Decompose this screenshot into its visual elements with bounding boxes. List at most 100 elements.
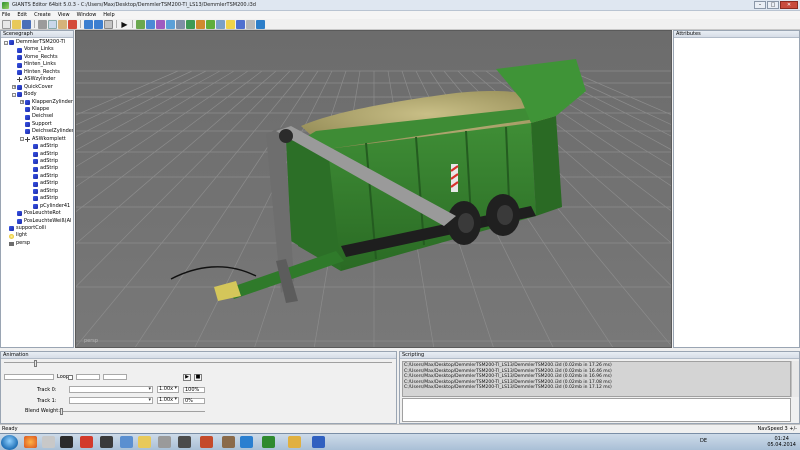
move-icon[interactable] xyxy=(136,19,145,29)
log-scrollbar[interactable] xyxy=(791,361,799,397)
light-icon[interactable] xyxy=(226,19,235,29)
scenegraph-node[interactable]: pCylinder41 xyxy=(1,203,73,210)
scenegraph-node[interactable]: - ASWkomplett xyxy=(1,136,73,143)
device-icon[interactable] xyxy=(158,436,171,448)
track0-weight-field[interactable]: 100% xyxy=(183,387,205,393)
scenegraph-node[interactable]: adStrip xyxy=(1,151,73,158)
save-icon[interactable] xyxy=(22,19,31,29)
scenegraph-node[interactable]: Support xyxy=(1,121,73,128)
scenegraph-node[interactable]: persp xyxy=(1,240,73,247)
scenegraph-node[interactable]: Vorne_Rechts xyxy=(1,54,73,61)
open-file-icon[interactable] xyxy=(12,19,21,29)
scenegraph-node[interactable]: Hinten_Links xyxy=(1,61,73,68)
expand-icon[interactable]: + xyxy=(12,85,16,90)
scenegraph-node[interactable]: DeichselZylinder xyxy=(1,128,73,135)
tool-icon[interactable] xyxy=(178,436,191,448)
shape-icon[interactable] xyxy=(236,19,245,29)
maximize-button[interactable]: □ xyxy=(767,1,779,9)
stop-button[interactable]: ■ xyxy=(194,374,202,381)
scenegraph-node[interactable]: supportColli xyxy=(1,225,73,232)
close-button[interactable]: ✕ xyxy=(780,1,798,9)
app-red-icon[interactable] xyxy=(80,436,93,448)
decal-icon[interactable] xyxy=(216,19,225,29)
scenegraph-node[interactable]: PosLeuchteWeiß(Al xyxy=(1,218,73,225)
collapse-icon[interactable]: - xyxy=(12,92,16,97)
loop-start-field[interactable] xyxy=(76,374,100,380)
mail-icon[interactable] xyxy=(288,436,301,448)
scenegraph-node[interactable]: ASWzylinder xyxy=(1,76,73,83)
giants-editor-task-icon[interactable] xyxy=(262,436,275,448)
system-clock[interactable]: 01:24 05.04.2014 xyxy=(767,436,796,448)
steam-icon[interactable] xyxy=(100,436,113,448)
3d-viewport[interactable]: persp xyxy=(75,30,672,348)
loop-end-field[interactable] xyxy=(103,374,127,380)
menu-help[interactable]: Help xyxy=(103,12,114,18)
menu-window[interactable]: Window xyxy=(77,12,97,18)
play-button[interactable]: ▶ xyxy=(183,374,191,381)
scenegraph-node[interactable]: adStrip xyxy=(1,143,73,150)
scenegraph-node[interactable]: adStrip xyxy=(1,188,73,195)
track1-weight-field[interactable]: 0% xyxy=(183,398,205,404)
blend-weight-knob[interactable] xyxy=(60,408,63,415)
track1-select[interactable] xyxy=(69,397,153,404)
scenegraph-node[interactable]: - DemmlerTSM200-Tl xyxy=(1,39,73,46)
scale-icon[interactable] xyxy=(156,19,165,29)
browser-icon[interactable] xyxy=(240,436,253,448)
scenegraph-node[interactable]: - Body xyxy=(1,91,73,98)
menu-create[interactable]: Create xyxy=(34,12,51,18)
loop-checkbox[interactable] xyxy=(68,375,73,380)
scenegraph-node[interactable]: + QuickCover xyxy=(1,84,73,91)
paint-icon[interactable] xyxy=(196,19,205,29)
title-bar[interactable]: GIANTS Editor 64bit 5.0.3 - C:/Users/Max… xyxy=(0,0,800,11)
delete-icon[interactable] xyxy=(68,19,77,29)
minimize-button[interactable]: – xyxy=(754,1,766,9)
media-center-icon[interactable] xyxy=(60,436,73,448)
blend-weight-slider[interactable] xyxy=(59,408,205,415)
collapse-icon[interactable]: - xyxy=(20,137,24,142)
folder-icon[interactable] xyxy=(222,436,235,448)
music-icon[interactable] xyxy=(120,436,133,448)
cut-icon[interactable] xyxy=(38,19,47,29)
scenegraph-node[interactable]: Hinten_Rechts xyxy=(1,69,73,76)
menu-edit[interactable]: Edit xyxy=(17,12,27,18)
collapse-icon[interactable]: - xyxy=(4,40,8,45)
scenegraph-node[interactable]: Vorne_Links xyxy=(1,46,73,53)
scenegraph-node[interactable]: + KlappenZylinder xyxy=(1,99,73,106)
scenegraph-node[interactable]: adStrip xyxy=(1,158,73,165)
foliage-icon[interactable] xyxy=(206,19,215,29)
scenegraph-node[interactable]: adStrip xyxy=(1,173,73,180)
explorer-icon[interactable] xyxy=(138,436,151,448)
notepad-icon[interactable] xyxy=(312,436,325,448)
media-player-icon[interactable] xyxy=(42,436,55,448)
particle-icon[interactable] xyxy=(246,19,255,29)
undo-icon[interactable] xyxy=(84,19,93,29)
start-button[interactable] xyxy=(1,435,18,450)
animation-timeline-slider[interactable] xyxy=(4,360,392,367)
camera-icon[interactable] xyxy=(176,19,185,29)
menu-view[interactable]: View xyxy=(58,12,70,18)
scenegraph-node[interactable]: adStrip xyxy=(1,165,73,172)
navmesh-icon[interactable] xyxy=(256,19,265,29)
scenegraph-node[interactable]: adStrip xyxy=(1,180,73,187)
animation-clip-field[interactable] xyxy=(4,374,54,380)
paste-icon[interactable] xyxy=(58,19,67,29)
scenegraph-node[interactable]: adStrip xyxy=(1,195,73,202)
timeline-knob[interactable] xyxy=(34,360,37,367)
scenegraph-node[interactable]: Klappe xyxy=(1,106,73,113)
track1-speed-select[interactable]: 1.00x xyxy=(157,397,179,404)
scenegraph-node[interactable]: PosLeuchteRot xyxy=(1,210,73,217)
menu-file[interactable]: File xyxy=(2,12,10,18)
new-file-icon[interactable] xyxy=(2,19,11,29)
script-command-input[interactable] xyxy=(402,398,791,422)
play-icon[interactable]: ▶ xyxy=(120,20,129,29)
game-icon[interactable] xyxy=(200,436,213,448)
track0-speed-select[interactable]: 1.00x xyxy=(157,386,179,393)
copy-icon[interactable] xyxy=(48,19,57,29)
redo-icon[interactable] xyxy=(94,19,103,29)
expand-icon[interactable]: + xyxy=(20,100,24,105)
scenegraph-node[interactable]: Deichsel xyxy=(1,113,73,120)
scenegraph-node[interactable]: light xyxy=(1,232,73,239)
select-icon[interactable] xyxy=(166,19,175,29)
rotate-icon[interactable] xyxy=(146,19,155,29)
firefox-icon[interactable] xyxy=(24,436,37,448)
